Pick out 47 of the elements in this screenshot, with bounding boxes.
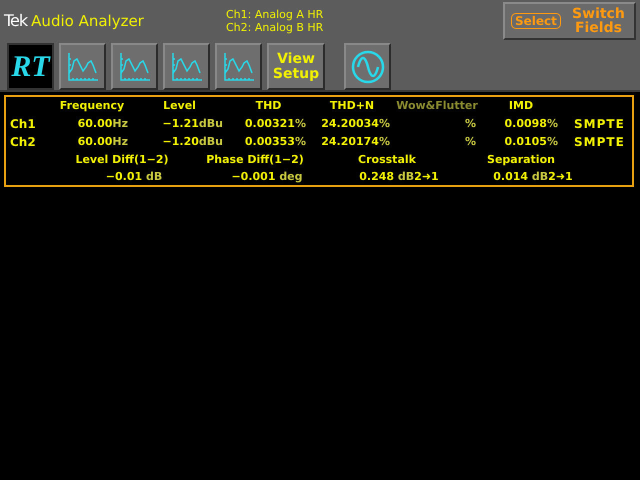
column-header: THD+N: [328, 98, 376, 114]
spectrum-button[interactable]: [59, 43, 106, 90]
measurement-value: −0.01 dB: [104, 169, 162, 185]
column-header: IMD: [508, 98, 534, 114]
measurement-value: 0.00321%: [244, 116, 307, 132]
column-header: Crosstalk: [358, 152, 416, 168]
spectrum-button[interactable]: [163, 43, 210, 90]
app-title: Audio Analyzer: [31, 12, 144, 30]
sine-wave-icon: [350, 48, 386, 84]
view-setup-button[interactable]: View Setup: [267, 43, 325, 90]
measurement-value: 0.014 dB2➜1: [492, 169, 573, 185]
column-header: Phase Diff(1−2): [206, 152, 304, 168]
measurement-value: 0.0105%: [504, 134, 559, 150]
channel-label: Ch1: [10, 116, 37, 133]
column-header: Level: [162, 98, 197, 114]
graph-icon: [170, 50, 204, 82]
column-header: Wow&Flutter: [395, 98, 479, 114]
realtime-button[interactable]: RT: [7, 43, 54, 90]
measurement-value: −0.001 deg: [230, 169, 303, 185]
brand-label: Tek: [4, 11, 28, 30]
column-header: Level Diff(1−2): [75, 152, 169, 168]
measurement-value: 0.0098%: [504, 116, 559, 132]
column-header: Separation: [487, 152, 555, 168]
measurement-value: %: [464, 116, 477, 132]
column-header: THD: [254, 98, 282, 114]
spectrum-button[interactable]: [215, 43, 262, 90]
column-header: Frequency: [58, 98, 126, 114]
spectrum-button[interactable]: [111, 43, 158, 90]
channel-label: Ch2: [10, 134, 37, 151]
input-label: Ch2: Analog B HR: [226, 21, 324, 34]
measurement-value: 60.00Hz: [76, 134, 129, 150]
imd-mode: SMPTE: [573, 134, 624, 151]
measurement-value: 0.00353%: [244, 134, 307, 150]
measurement-value: −1.21dBu: [162, 116, 224, 132]
measurement-value: 24.20174%: [320, 134, 391, 150]
measurement-value: %: [464, 134, 477, 150]
measurement-value: 60.00Hz: [76, 116, 129, 132]
graph-icon: [66, 50, 100, 82]
generator-button[interactable]: [344, 43, 391, 90]
measurement-value: 24.20034%: [320, 116, 391, 132]
measurement-value: 0.248 dB2➜1: [358, 169, 439, 185]
graph-icon: [222, 50, 256, 82]
imd-mode: SMPTE: [573, 116, 624, 133]
graph-icon: [118, 50, 152, 82]
switch-fields-button[interactable]: Select Switch Fields: [503, 2, 636, 40]
measurement-value: −1.20dBu: [162, 134, 224, 150]
input-label: Ch1: Analog A HR: [226, 8, 324, 21]
